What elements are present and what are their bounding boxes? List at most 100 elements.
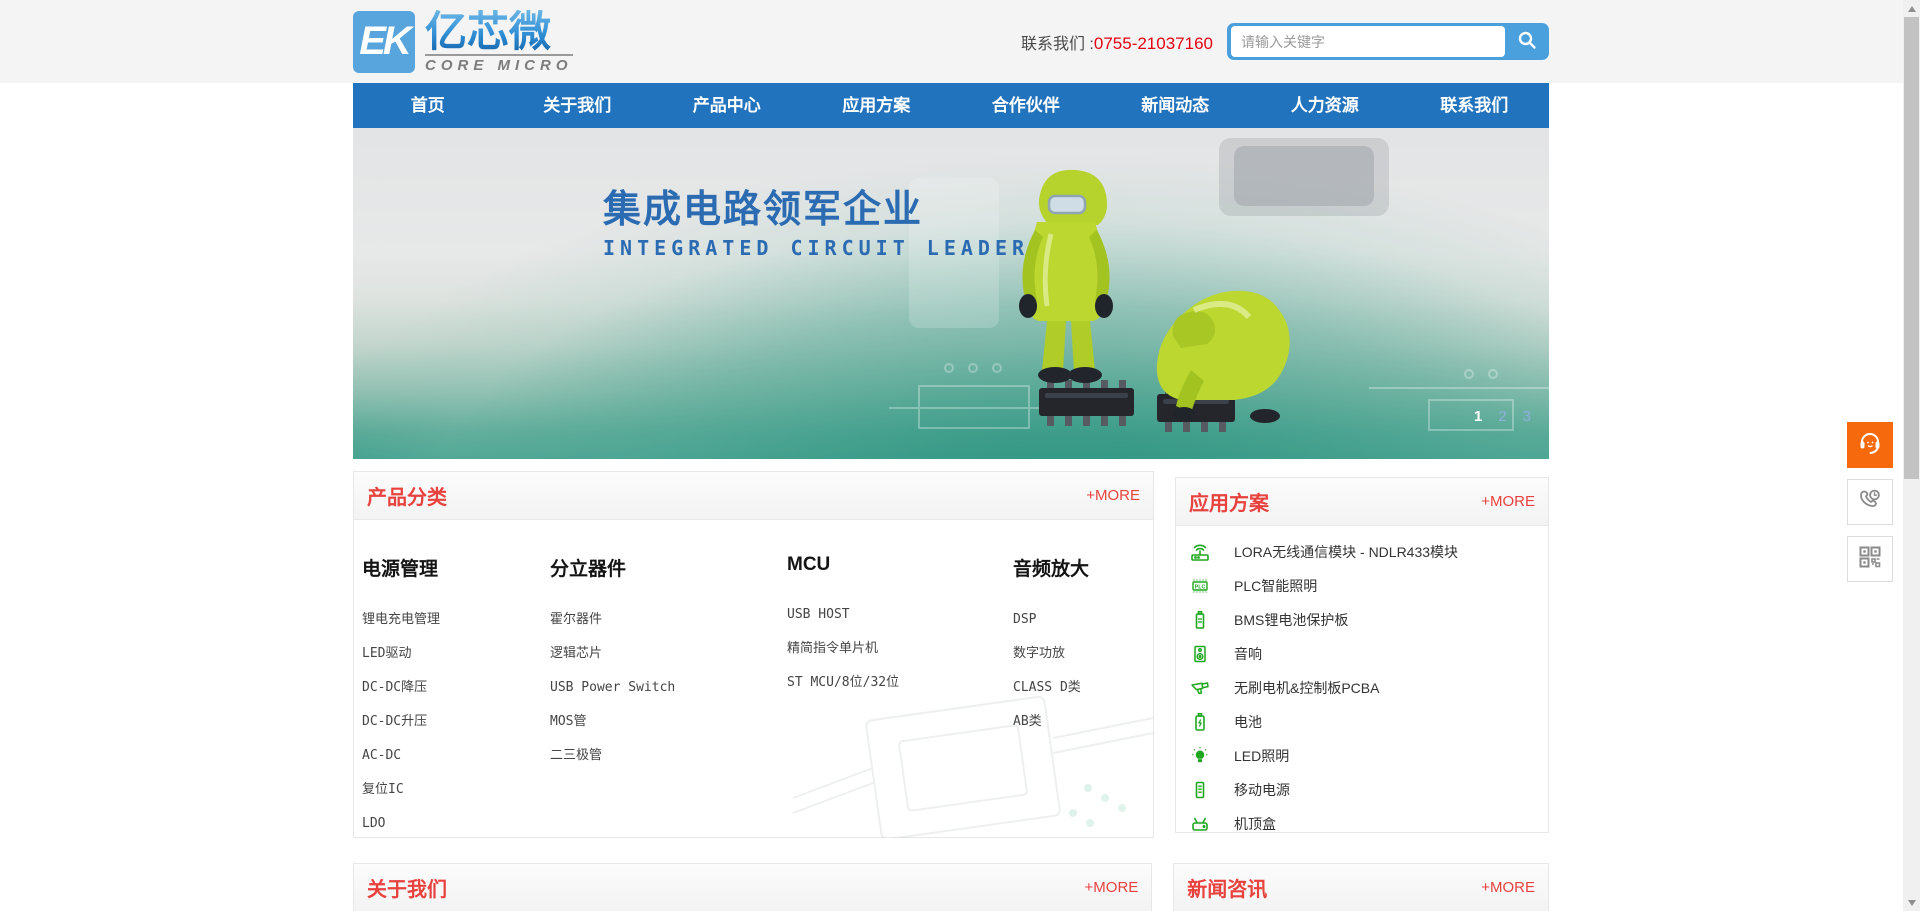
category-item[interactable]: AC-DC xyxy=(362,739,550,773)
category-item[interactable]: DC-DC升压 xyxy=(362,705,550,739)
category-heading: MCU xyxy=(787,554,1013,576)
customer-service-icon xyxy=(1856,429,1884,462)
category-item[interactable]: MOS管 xyxy=(550,705,787,739)
news-title: 新闻咨讯 xyxy=(1187,873,1267,902)
application-item[interactable]: BMS锂电池保护板 xyxy=(1190,603,1548,637)
product-categories-header: 产品分类 +MORE xyxy=(354,472,1153,520)
product-categories-title: 产品分类 xyxy=(367,481,447,510)
search-button[interactable] xyxy=(1505,23,1549,60)
news-more-link[interactable]: +MORE xyxy=(1481,879,1535,896)
logo[interactable]: EK 亿芯微 CORE MICRO xyxy=(353,10,573,74)
nav-item-home[interactable]: 首页 xyxy=(353,83,503,128)
nav-item-about[interactable]: 关于我们 xyxy=(503,83,653,128)
speaker-icon xyxy=(1190,644,1210,664)
category-item[interactable]: 数字功放 xyxy=(1013,637,1153,671)
led-bulb-icon xyxy=(1190,746,1210,766)
application-label: 无刷电机&控制板PCBA xyxy=(1234,678,1379,698)
about-us-header: 关于我们 +MORE xyxy=(354,864,1151,911)
about-us-more-link[interactable]: +MORE xyxy=(1085,879,1139,896)
application-item[interactable]: 电池 xyxy=(1190,705,1548,739)
nav-item-solutions[interactable]: 应用方案 xyxy=(802,83,952,128)
product-categories-panel: 产品分类 +MORE 电源管理 xyxy=(353,471,1154,838)
motor-drill-icon xyxy=(1190,678,1210,698)
news-panel: 新闻咨讯 +MORE xyxy=(1173,863,1549,911)
lora-module-icon xyxy=(1190,542,1210,562)
plc-chip-icon: PLC xyxy=(1190,576,1210,596)
svg-text:PLC: PLC xyxy=(1195,584,1206,590)
phone-hotline-button[interactable] xyxy=(1847,479,1893,525)
bms-battery-icon xyxy=(1190,610,1210,630)
standing-figure xyxy=(1019,170,1113,383)
application-label: PLC智能照明 xyxy=(1234,576,1317,596)
contact-info: 联系我们 :0755-21037160 xyxy=(1021,30,1213,54)
about-us-title: 关于我们 xyxy=(367,873,447,902)
banner-subtitle: INTEGRATED CIRCUIT LEADER xyxy=(603,236,1029,260)
battery-icon xyxy=(1190,712,1210,732)
application-label: 机顶盒 xyxy=(1234,814,1276,834)
category-heading: 电源管理 xyxy=(362,554,550,581)
application-label: 音响 xyxy=(1234,644,1262,664)
category-item[interactable]: AB类 xyxy=(1013,705,1153,739)
category-item[interactable]: 锂电充电管理 xyxy=(362,603,550,637)
scrollbar-up-arrow[interactable] xyxy=(1903,0,1920,17)
logo-name-en: CORE MICRO xyxy=(425,54,573,74)
category-item[interactable]: 逻辑芯片 xyxy=(550,637,787,671)
applications-panel: 应用方案 +MORE LORA无线通信模块 - NDLR433模块 xyxy=(1175,477,1549,833)
application-item[interactable]: PLC PLC智能照明 xyxy=(1190,569,1548,603)
application-item[interactable]: 机顶盒 xyxy=(1190,807,1548,841)
application-item[interactable]: 移动电源 xyxy=(1190,773,1548,807)
category-item[interactable]: USB HOST xyxy=(787,598,1013,632)
category-item[interactable]: 复位IC xyxy=(362,773,550,807)
applications-header: 应用方案 +MORE xyxy=(1176,478,1548,526)
application-label: LED照明 xyxy=(1234,746,1289,766)
banner-caption: 集成电路领军企业 INTEGRATED CIRCUIT LEADER xyxy=(603,178,1029,260)
category-item[interactable]: DSP xyxy=(1013,603,1153,637)
category-item[interactable]: 二三极管 xyxy=(550,739,787,773)
qr-code-button[interactable] xyxy=(1847,536,1893,582)
power-bank-icon xyxy=(1190,780,1210,800)
product-categories-more-link[interactable]: +MORE xyxy=(1086,487,1140,504)
applications-title: 应用方案 xyxy=(1189,487,1269,516)
application-label: BMS锂电池保护板 xyxy=(1234,610,1348,630)
hero-banner: 集成电路领军企业 INTEGRATED CIRCUIT LEADER 1 2 3 xyxy=(353,128,1549,459)
banner-page-3[interactable]: 3 xyxy=(1523,408,1531,425)
category-item[interactable]: 精简指令单片机 xyxy=(787,632,1013,666)
banner-page-1[interactable]: 1 xyxy=(1474,408,1482,425)
news-header: 新闻咨讯 +MORE xyxy=(1174,864,1548,911)
nav-item-contact[interactable]: 联系我们 xyxy=(1400,83,1550,128)
nav-item-products[interactable]: 产品中心 xyxy=(652,83,802,128)
category-item[interactable]: USB Power Switch xyxy=(550,671,787,705)
scrollbar-down-arrow[interactable] xyxy=(1903,894,1920,911)
category-item[interactable]: LED驱动 xyxy=(362,637,550,671)
category-item[interactable]: ST MCU/8位/32位 xyxy=(787,666,1013,700)
application-item[interactable]: LED照明 xyxy=(1190,739,1548,773)
search-input[interactable] xyxy=(1231,26,1505,57)
banner-page-2[interactable]: 2 xyxy=(1498,408,1506,425)
qr-code-icon xyxy=(1857,544,1883,575)
scrollbar-thumb[interactable] xyxy=(1904,17,1919,479)
nav-item-news[interactable]: 新闻动态 xyxy=(1101,83,1251,128)
category-column-audio: 音频放大 DSP 数字功放 CLASS D类 AB类 xyxy=(1013,554,1153,838)
category-column-discrete: 分立器件 霍尔器件 逻辑芯片 USB Power Switch MOS管 二三极… xyxy=(550,554,787,838)
application-item[interactable]: 无刷电机&控制板PCBA xyxy=(1190,671,1548,705)
about-us-panel: 关于我们 +MORE xyxy=(353,863,1152,911)
nav-item-partners[interactable]: 合作伙伴 xyxy=(951,83,1101,128)
category-item[interactable]: 霍尔器件 xyxy=(550,603,787,637)
category-column-mcu: MCU USB HOST 精简指令单片机 ST MCU/8位/32位 xyxy=(787,554,1013,838)
category-heading: 音频放大 xyxy=(1013,554,1153,581)
search-box xyxy=(1227,23,1549,60)
application-label: 移动电源 xyxy=(1234,780,1290,800)
application-item[interactable]: LORA无线通信模块 - NDLR433模块 xyxy=(1190,535,1548,569)
application-item[interactable]: 音响 xyxy=(1190,637,1548,671)
category-item[interactable]: DC-DC降压 xyxy=(362,671,550,705)
category-item[interactable]: LDO xyxy=(362,807,550,838)
customer-service-button[interactable] xyxy=(1847,422,1893,468)
scrollbar[interactable] xyxy=(1903,0,1920,911)
logo-ek-mark: EK xyxy=(353,11,415,73)
applications-more-link[interactable]: +MORE xyxy=(1481,493,1535,510)
nav-item-hr[interactable]: 人力资源 xyxy=(1250,83,1400,128)
category-column-power: 电源管理 锂电充电管理 LED驱动 DC-DC降压 DC-DC升压 AC-DC … xyxy=(362,554,550,838)
phone-hotline-icon xyxy=(1857,487,1883,518)
application-label: 电池 xyxy=(1234,712,1262,732)
category-item[interactable]: CLASS D类 xyxy=(1013,671,1153,705)
